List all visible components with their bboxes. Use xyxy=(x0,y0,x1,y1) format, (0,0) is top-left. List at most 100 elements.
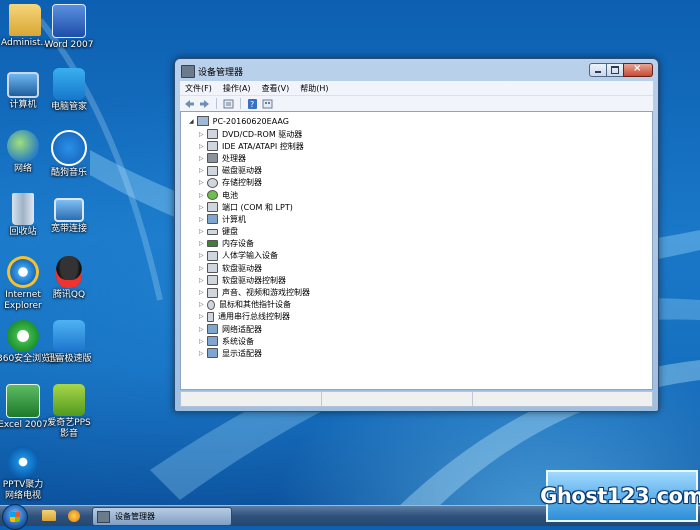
minimize-button[interactable] xyxy=(589,63,607,77)
maximize-button[interactable] xyxy=(606,63,624,77)
tree-item-label: 磁盘驱动器 xyxy=(222,166,262,176)
watermark-logo: Ghost123.com xyxy=(540,470,700,522)
expand-arrow-icon: ▷ xyxy=(199,203,204,211)
device-tree-pane[interactable]: ◢ PC-20160620EAAG ▷ DVD/CD-ROM 驱动器 ▷ IDE A… xyxy=(180,111,653,390)
tree-item[interactable]: ▷ 磁盘驱动器 xyxy=(199,165,310,177)
maximize-icon xyxy=(611,66,619,74)
desktop-icon-network[interactable]: 网络 xyxy=(0,130,49,175)
tree-item-label: 存储控制器 xyxy=(222,178,262,188)
forward-arrow-icon xyxy=(200,99,209,108)
computer-icon xyxy=(196,116,209,126)
tree-item[interactable]: ▷ 计算机 xyxy=(199,213,310,225)
expand-arrow-icon: ▷ xyxy=(199,301,204,309)
tree-root-node[interactable]: ◢ PC-20160620EAAG xyxy=(189,116,289,126)
expand-arrow-icon: ▷ xyxy=(199,228,204,236)
desktop-icon-pc-manager[interactable]: 电脑管家 xyxy=(43,68,95,113)
ide-icon xyxy=(207,141,218,152)
pps-icon xyxy=(53,384,85,416)
tree-item-label: 人体学输入设备 xyxy=(222,251,278,261)
desktop-icon-word[interactable]: Word 2007 xyxy=(43,4,95,51)
windows-logo-icon xyxy=(10,512,20,522)
properties-icon xyxy=(223,99,234,108)
tree-item[interactable]: ▷ 系统设备 xyxy=(199,335,310,347)
start-button[interactable] xyxy=(2,504,28,530)
tree-item[interactable]: ▷ IDE ATA/ATAPI 控制器 xyxy=(199,140,310,152)
expand-arrow-icon: ▷ xyxy=(199,289,204,297)
expand-arrow-icon: ▷ xyxy=(199,264,204,272)
properties-button[interactable] xyxy=(223,99,234,109)
expand-arrow-icon: ▷ xyxy=(199,179,204,187)
tree-item-label: 处理器 xyxy=(222,153,246,163)
tree-item-label: 电池 xyxy=(222,190,238,200)
computer-icon xyxy=(7,72,39,98)
expand-arrow-icon: ▷ xyxy=(199,240,204,248)
desktop-icon-label: 腾讯QQ xyxy=(52,290,86,300)
tree-item-label: 键盘 xyxy=(222,227,238,237)
desktop-icon-label-line2: Explorer xyxy=(4,301,42,311)
tree-item[interactable]: ▷ DVD/CD-ROM 驱动器 xyxy=(199,128,310,140)
tree-item[interactable]: ▷ 网络适配器 xyxy=(199,323,310,335)
tree-item[interactable]: ▷ 通用串行总线控制器 xyxy=(199,311,310,323)
desktop-icon-recycle-bin[interactable]: 回收站 xyxy=(0,193,49,238)
tree-item[interactable]: ▷ 软盘驱动器控制器 xyxy=(199,274,310,286)
desktop-icon-label-line1: Internet xyxy=(5,290,41,300)
desktop-icon-qq[interactable]: 腾讯QQ xyxy=(43,256,95,301)
menu-file[interactable]: 文件(F) xyxy=(180,81,218,95)
device-manager-icon xyxy=(97,510,110,523)
tree-item[interactable]: ▷ 显示适配器 xyxy=(199,347,310,359)
device-tree: ▷ DVD/CD-ROM 驱动器 ▷ IDE ATA/ATAPI 控制器 ▷ 处理器 … xyxy=(199,128,310,360)
device-manager-window[interactable]: 设备管理器 × 文件(F) 操作(A) 查看(V) 帮助(H) ? ◢ PC-2… xyxy=(174,58,659,412)
desktop-icon-ie[interactable]: Internet Explorer xyxy=(0,256,49,312)
desktop-icon-pps[interactable]: 爱奇艺PPS 影音 xyxy=(43,384,95,440)
minimize-icon xyxy=(595,71,601,73)
close-icon: × xyxy=(633,63,642,74)
help-button[interactable]: ? xyxy=(247,98,258,109)
usb-icon xyxy=(207,311,214,322)
collapse-arrow-icon: ◢ xyxy=(189,117,194,125)
tree-item[interactable]: ▷ 电池 xyxy=(199,189,310,201)
status-bar xyxy=(180,391,653,407)
expand-arrow-icon: ▷ xyxy=(199,191,204,199)
tree-item-label: 显示适配器 xyxy=(222,348,262,358)
window-titlebar[interactable]: 设备管理器 × xyxy=(175,59,658,81)
desktop-icon-label: 电脑管家 xyxy=(50,102,87,112)
computer-icon xyxy=(207,214,218,225)
desktop-icon-label: 迅雷极速版 xyxy=(46,354,92,364)
tree-item-label: 声音、视频和游戏控制器 xyxy=(222,288,310,298)
menu-view[interactable]: 查看(V) xyxy=(257,81,296,95)
tree-item[interactable]: ▷ 软盘驱动器 xyxy=(199,262,310,274)
desktop-icon-thunder[interactable]: 迅雷极速版 xyxy=(43,320,95,365)
forward-button[interactable] xyxy=(199,99,210,109)
expand-arrow-icon: ▷ xyxy=(199,130,204,138)
port-icon xyxy=(207,202,218,213)
taskbar-button-device-manager[interactable]: 设备管理器 xyxy=(92,507,232,526)
tree-item[interactable]: ▷ 人体学输入设备 xyxy=(199,250,310,262)
tree-item[interactable]: ▷ 处理器 xyxy=(199,152,310,164)
back-arrow-icon xyxy=(185,99,194,108)
show-hidden-button[interactable] xyxy=(262,99,273,109)
desktop-icon-kugou[interactable]: 酷狗音乐 xyxy=(43,130,95,179)
desktop-icon-computer[interactable]: 计算机 xyxy=(0,68,49,111)
tree-item[interactable]: ▷ 存储控制器 xyxy=(199,177,310,189)
quicklaunch-media-player[interactable] xyxy=(68,510,82,522)
tree-item[interactable]: ▷ 键盘 xyxy=(199,226,310,238)
tree-item[interactable]: ▷ 鼠标和其他指针设备 xyxy=(199,299,310,311)
close-button[interactable]: × xyxy=(623,63,653,77)
tree-item[interactable]: ▷ 端口 (COM 和 LPT) xyxy=(199,201,310,213)
menu-action[interactable]: 操作(A) xyxy=(218,81,257,95)
expand-arrow-icon: ▷ xyxy=(199,252,204,260)
back-button[interactable] xyxy=(184,99,195,109)
tree-item[interactable]: ▷ 声音、视频和游戏控制器 xyxy=(199,286,310,298)
desktop-icon-excel[interactable]: Excel 2007 xyxy=(0,384,49,431)
quicklaunch-explorer[interactable] xyxy=(42,510,56,522)
menu-help[interactable]: 帮助(H) xyxy=(295,81,334,95)
keyboard-icon xyxy=(207,228,218,235)
tree-item[interactable]: ▷ 内存设备 xyxy=(199,238,310,250)
desktop-icon-pptv[interactable]: PPTV聚力 网络电视 xyxy=(0,446,49,502)
desktop-icon-broadband[interactable]: 宽带连接 xyxy=(43,193,95,235)
toolbar-separator xyxy=(216,98,217,109)
sound-icon xyxy=(207,287,218,298)
desktop-icon-label: 回收站 xyxy=(9,227,37,237)
expand-arrow-icon: ▷ xyxy=(199,167,204,175)
desktop-icon-360-browser[interactable]: 360安全浏览器 xyxy=(0,320,59,365)
